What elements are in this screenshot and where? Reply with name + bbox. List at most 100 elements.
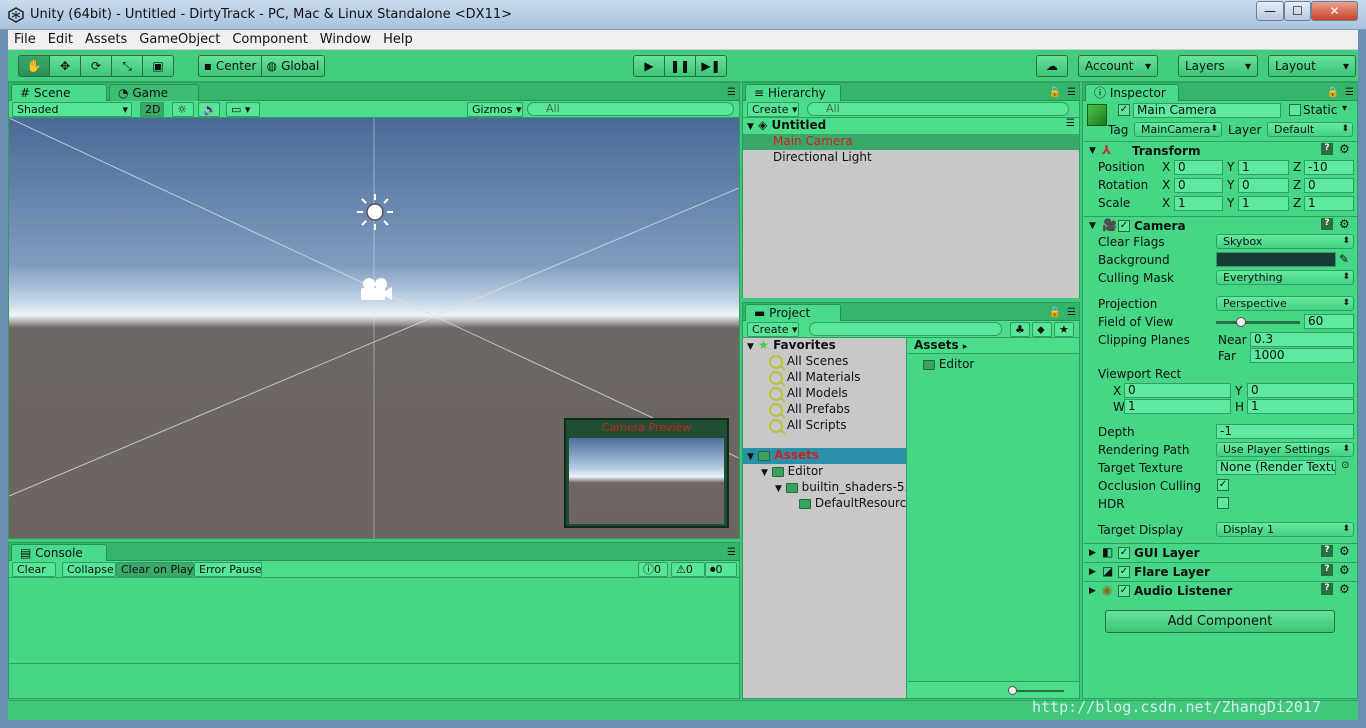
audio-listener-header[interactable]: ▶ ◉ ✓ Audio Listener ? ⚙: [1084, 581, 1357, 599]
close-button[interactable]: ✕: [1311, 1, 1358, 21]
menu-help[interactable]: Help: [377, 30, 419, 50]
layout-dropdown[interactable]: Layout ▾: [1268, 55, 1356, 77]
culling-mask-dropdown[interactable]: Everything: [1216, 270, 1354, 285]
scene-search-input[interactable]: All: [527, 102, 734, 116]
position-z-field[interactable]: -10: [1304, 160, 1354, 175]
layers-dropdown[interactable]: Layers ▾: [1178, 55, 1258, 77]
menu-component[interactable]: Component: [226, 30, 313, 50]
help-icon[interactable]: ?: [1321, 545, 1333, 557]
icon-size-slider-track[interactable]: [1012, 690, 1064, 692]
hierarchy-item-main-camera[interactable]: Main Camera: [743, 134, 1079, 150]
clear-flags-dropdown[interactable]: Skybox: [1216, 234, 1354, 249]
flare-layer-header[interactable]: ▶ ◪ ✓ Flare Layer ? ⚙: [1084, 562, 1357, 580]
filter-label-button[interactable]: ⬥: [1032, 322, 1052, 337]
2d-toggle[interactable]: 2D: [140, 102, 164, 117]
favorites-row[interactable]: ▼ ★ Favorites: [743, 338, 906, 354]
menu-assets[interactable]: Assets: [79, 30, 133, 50]
gear-icon[interactable]: ⚙: [1339, 544, 1350, 558]
console-collapse-toggle[interactable]: Collapse: [62, 562, 116, 577]
position-y-field[interactable]: 1: [1238, 160, 1289, 175]
hdr-checkbox[interactable]: [1217, 497, 1229, 509]
camera-gizmo-icon[interactable]: [357, 276, 393, 304]
pivot-global-button[interactable]: ◍ Global: [261, 55, 325, 77]
rotation-x-field[interactable]: 0: [1174, 178, 1223, 193]
pause-button[interactable]: ❚❚: [664, 55, 696, 77]
project-breadcrumb[interactable]: Assets ▸: [908, 338, 1079, 354]
projection-dropdown[interactable]: Perspective: [1216, 296, 1354, 311]
gear-icon[interactable]: ⚙: [1339, 563, 1350, 577]
tree-folder-shaders[interactable]: ▼ builtin_shaders-5.4: [743, 480, 906, 496]
add-component-button[interactable]: Add Component: [1105, 610, 1335, 633]
rotation-z-field[interactable]: 0: [1304, 178, 1354, 193]
depth-field[interactable]: -1: [1216, 424, 1354, 439]
audio-toggle[interactable]: 🔈: [198, 102, 220, 117]
target-display-dropdown[interactable]: Display 1: [1216, 522, 1354, 537]
target-texture-field[interactable]: None (Render Textu: [1216, 460, 1336, 475]
lock-icon[interactable]: 🔒: [1049, 87, 1061, 98]
project-search-input[interactable]: [809, 322, 1002, 336]
lighting-toggle[interactable]: ☼: [172, 102, 194, 117]
warning-count-toggle[interactable]: ⚠0: [671, 562, 705, 577]
rotation-y-field[interactable]: 0: [1238, 178, 1289, 193]
console-clear-button[interactable]: Clear: [12, 562, 56, 577]
scene-row[interactable]: ▼ ◈ Untitled ☰: [743, 118, 1079, 134]
panel-menu-icon[interactable]: ☰: [1067, 87, 1076, 98]
gear-icon[interactable]: ⚙: [1339, 142, 1350, 156]
favorite-item[interactable]: All Models: [743, 386, 906, 402]
camera-header[interactable]: ▼ 🎥 ✓ Camera ? ⚙: [1084, 216, 1357, 234]
gui-layer-header[interactable]: ▶ ◧ ✓ GUI Layer ? ⚙: [1084, 543, 1357, 561]
tag-dropdown[interactable]: MainCamera: [1134, 122, 1222, 137]
panel-menu-icon[interactable]: ☰: [727, 547, 736, 558]
help-icon[interactable]: ?: [1321, 583, 1333, 595]
favorite-item[interactable]: All Scenes: [743, 354, 906, 370]
menu-window[interactable]: Window: [314, 30, 377, 50]
gear-icon[interactable]: ⚙: [1339, 582, 1350, 596]
scale-y-field[interactable]: 1: [1238, 196, 1289, 211]
rendering-path-dropdown[interactable]: Use Player Settings: [1216, 442, 1354, 457]
tab-console[interactable]: ▤ Console: [11, 544, 107, 561]
asset-folder-editor[interactable]: Editor: [923, 357, 974, 371]
hand-tool-button[interactable]: ✋: [18, 55, 50, 77]
sun-gizmo-icon[interactable]: [355, 192, 395, 232]
assets-root-row[interactable]: ▼ Assets: [743, 448, 906, 464]
project-create-dropdown[interactable]: Create ▾: [747, 322, 799, 337]
audio-listener-checkbox[interactable]: ✓: [1118, 585, 1130, 597]
help-icon[interactable]: ?: [1321, 218, 1333, 230]
gizmos-dropdown[interactable]: Gizmos ▾: [467, 102, 523, 117]
tab-scene[interactable]: # Scene: [11, 84, 107, 101]
transform-header[interactable]: ▼ ⅄ Transform ? ⚙: [1084, 141, 1357, 159]
active-checkbox[interactable]: ✓: [1118, 104, 1130, 116]
tab-inspector[interactable]: ⓘ Inspector: [1085, 84, 1179, 101]
fov-slider-track[interactable]: [1216, 321, 1300, 324]
pivot-center-button[interactable]: ▪ Center: [198, 55, 262, 77]
tab-game[interactable]: ◔ Game: [109, 84, 199, 101]
camera-enabled-checkbox[interactable]: ✓: [1118, 220, 1130, 232]
tree-folder-editor[interactable]: ▼ Editor: [743, 464, 906, 480]
gui-layer-checkbox[interactable]: ✓: [1118, 547, 1130, 559]
panel-menu-icon[interactable]: ☰: [1345, 87, 1354, 98]
error-pause-toggle[interactable]: Error Pause: [194, 562, 262, 577]
viewport-x-field[interactable]: 0: [1124, 383, 1231, 398]
favorite-item[interactable]: All Materials: [743, 370, 906, 386]
filter-type-button[interactable]: ♣: [1010, 322, 1030, 337]
eyedropper-icon[interactable]: ✎: [1339, 252, 1349, 266]
minimize-button[interactable]: —: [1256, 1, 1284, 21]
cloud-button[interactable]: ☁: [1036, 55, 1068, 77]
menu-gameobject[interactable]: GameObject: [133, 30, 226, 50]
clear-on-play-toggle[interactable]: Clear on Play: [116, 562, 194, 577]
panel-menu-icon[interactable]: ☰: [1067, 307, 1076, 318]
scale-z-field[interactable]: 1: [1304, 196, 1354, 211]
step-button[interactable]: ▶❚: [695, 55, 727, 77]
lock-icon[interactable]: 🔒: [1049, 307, 1061, 318]
object-picker-icon[interactable]: ⊙: [1341, 460, 1349, 471]
object-name-field[interactable]: Main Camera: [1133, 103, 1281, 118]
move-tool-button[interactable]: ✥: [49, 55, 81, 77]
maximize-button[interactable]: ☐: [1284, 1, 1311, 21]
menu-edit[interactable]: Edit: [42, 30, 79, 50]
tab-project[interactable]: ▬ Project: [745, 304, 841, 321]
scene-menu-icon[interactable]: ☰: [1066, 118, 1075, 129]
scale-tool-button[interactable]: ⤡: [111, 55, 143, 77]
log-count-toggle[interactable]: ⓘ0: [638, 562, 668, 577]
hierarchy-item-directional-light[interactable]: Directional Light: [743, 150, 1079, 166]
favorite-item[interactable]: All Prefabs: [743, 402, 906, 418]
